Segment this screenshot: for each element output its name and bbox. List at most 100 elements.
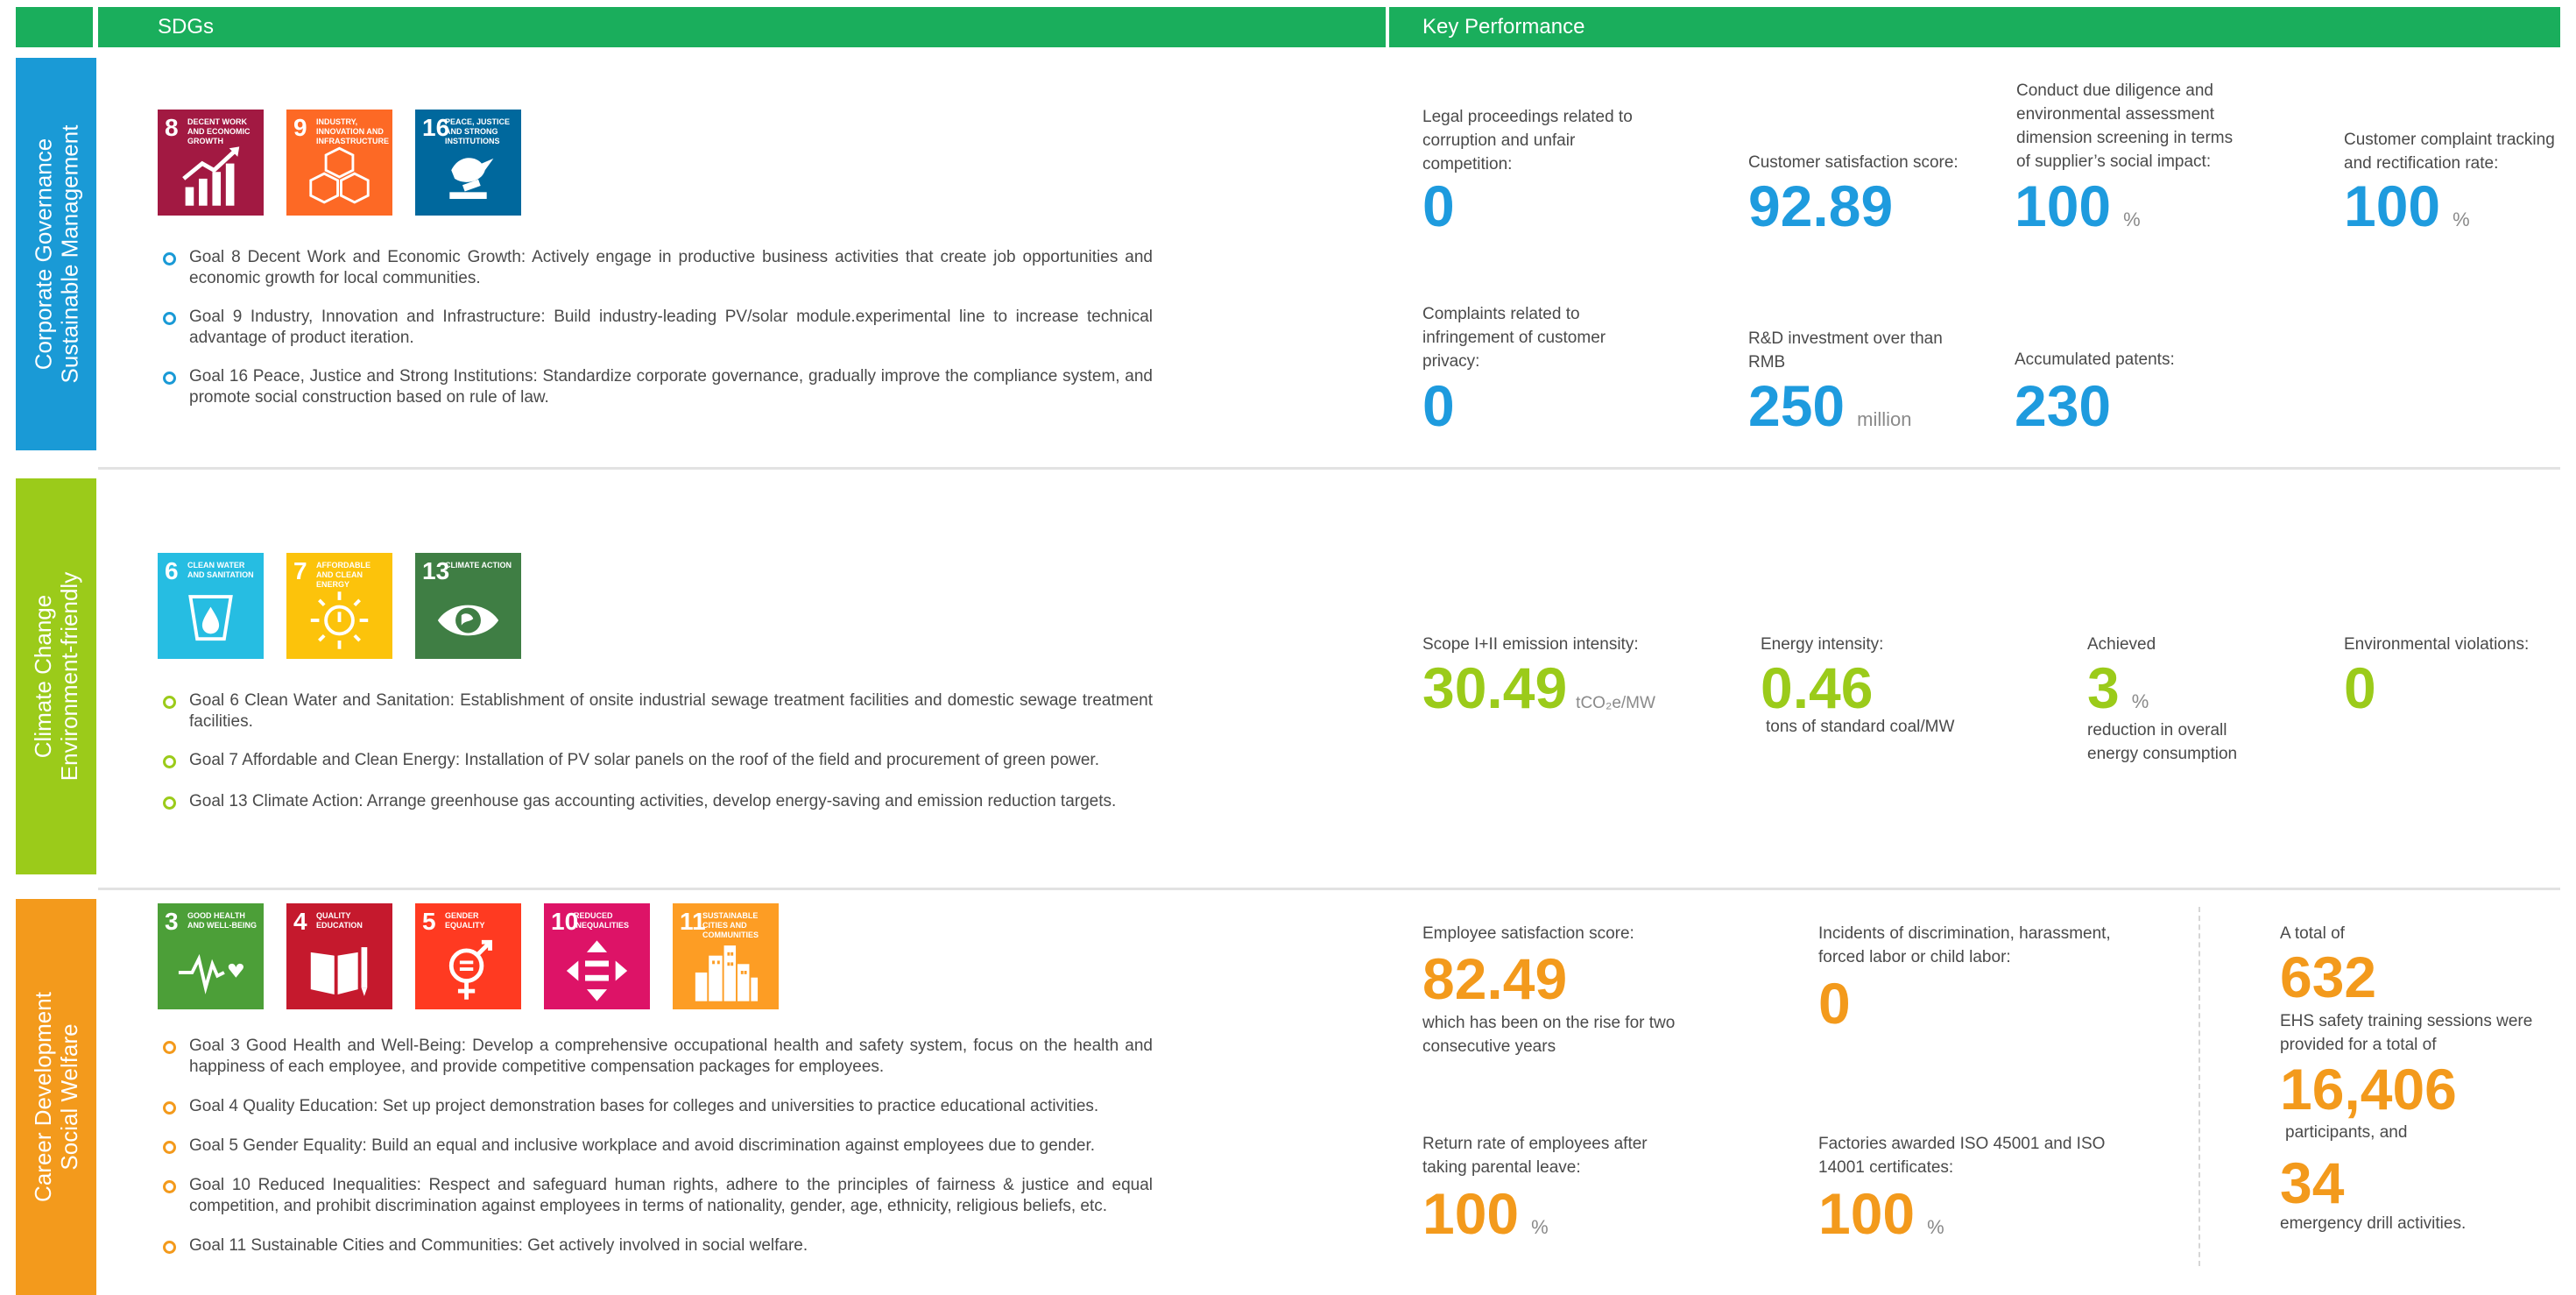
metric-unit: % (2452, 209, 2470, 230)
sdg-13-tile: 13 CLIMATE ACTION (415, 553, 521, 659)
bullet-icon (163, 312, 176, 325)
metric-sub: tons of standard coal/MW (1766, 718, 1955, 736)
goal-text: Goal 9 Industry, Innovation and Infrastr… (189, 308, 1153, 347)
metric-number: 16,406 (2280, 1057, 2457, 1122)
metric-value: 0 (2344, 657, 2376, 718)
metric-number: 30.49 (1422, 655, 1568, 720)
sdg-number: 4 (293, 908, 307, 935)
header-sdgs: SDGs (98, 7, 1386, 47)
sdg-caption: AFFORDABLE AND CLEAN ENERGY (316, 561, 371, 589)
sdg-icon-row-climate: 6 CLEAN WATER AND SANITATION 7 AFFORDABL… (158, 553, 521, 659)
section-title-line: Environment-friendly (56, 571, 82, 782)
metric-number: 100 (1422, 1181, 1520, 1246)
water-drop-icon (188, 595, 233, 641)
sdg-caption: GENDER EQUALITY (445, 911, 485, 930)
metric-number: 230 (2015, 373, 2112, 438)
eye-globe-icon (437, 605, 499, 636)
metric-sub: reduction in overall energy consumption (2087, 721, 2238, 763)
metric-value: 92.89 (1748, 175, 1893, 237)
bullet-icon (163, 1041, 176, 1054)
sdg-caption: DECENT WORK AND ECONOMIC GROWTH (187, 117, 251, 145)
section-title-line: Social Welfare (56, 1023, 83, 1171)
book-pencil-icon (310, 947, 368, 996)
goal-list-climate: Goal 6 Clean Water and Sanitation: Estab… (163, 690, 1153, 812)
sdg-caption: SUSTAINABLE CITIES AND COMMUNITIES (702, 911, 759, 939)
bullet-icon (163, 252, 176, 265)
section-divider (98, 467, 2560, 470)
metric-sub: participants, and (2285, 1123, 2408, 1142)
metric-value: 0.46 (1761, 657, 1873, 718)
metric-label: Environmental violations: (2344, 635, 2530, 654)
goal-item: Goal 10 Reduced Inequalities: Respect an… (163, 1175, 1153, 1217)
metric-number: 100 (2344, 173, 2441, 238)
metric-sub: which has been on the rise for two conse… (1422, 1014, 1676, 1056)
sdg-caption: PEACE, JUSTICE AND STRONG INSTITUTIONS (445, 117, 511, 145)
sdg-caption: INDUSTRY, INNOVATION AND INFRASTRUCTURE (316, 117, 389, 145)
metric-number: 632 (2280, 945, 2377, 1009)
goal-text: Goal 8 Decent Work and Economic Growth: … (189, 248, 1153, 287)
metric-number: 0 (1818, 971, 1851, 1036)
goal-item: Goal 13 Climate Action: Arrange greenhou… (163, 791, 1153, 812)
heartbeat-icon (178, 953, 243, 994)
metric-value: 0 (1818, 973, 1851, 1034)
dashed-separator (2198, 907, 2200, 1266)
equality-arrows-icon (566, 940, 628, 1001)
metric-label: Legal proceedings related to corruption … (1422, 108, 1633, 173)
sdg-caption: CLIMATE ACTION (445, 561, 512, 570)
goal-text: Goal 16 Peace, Justice and Strong Instit… (189, 367, 1153, 407)
metric-value: 16,406 (2280, 1058, 2457, 1120)
metric-value: 0 (1422, 175, 1455, 237)
bullet-icon (163, 1241, 176, 1254)
goal-item: Goal 5 Gender Equality: Build an equal a… (163, 1136, 1153, 1157)
sdg-16-tile: 16 PEACE, JUSTICE AND STRONG INSTITUTION… (415, 110, 521, 216)
goal-item: Goal 3 Good Health and Well-Being: Devel… (163, 1036, 1153, 1078)
metric-unit: tCO₂e/MW (1576, 694, 1655, 712)
sdg-number: 6 (165, 557, 179, 584)
goal-list-governance: Goal 8 Decent Work and Economic Growth: … (163, 247, 1153, 408)
sdg-number: 8 (165, 114, 179, 141)
metric-unit: % (1531, 1216, 1549, 1238)
goal-list-career: Goal 3 Good Health and Well-Being: Devel… (163, 1036, 1153, 1256)
metric-label: A total of (2280, 924, 2345, 943)
sdg-number: 7 (293, 557, 307, 584)
metric-number: 82.49 (1422, 946, 1568, 1011)
bullet-icon (163, 696, 176, 709)
gender-equality-icon (448, 939, 492, 1000)
metric-unit: % (1927, 1216, 1944, 1238)
metric-label: Complaints related to infringement of cu… (1422, 305, 1606, 371)
sdg-8-tile: 8 DECENT WORK AND ECONOMIC GROWTH (158, 110, 264, 216)
section-title-line: Climate Change (30, 594, 56, 759)
sun-power-icon (310, 591, 369, 649)
sdg-3-tile: 3 GOOD HEALTH AND WELL-BEING (158, 903, 264, 1009)
goal-text: Goal 4 Quality Education: Set up project… (189, 1097, 1099, 1115)
metric-number: 0.46 (1761, 655, 1874, 720)
metric-value: 100% (1422, 1183, 1549, 1258)
goal-item: Goal 11 Sustainable Cities and Communiti… (163, 1235, 1153, 1256)
goal-item: Goal 4 Quality Education: Set up project… (163, 1096, 1153, 1117)
sdg-4-tile: 4 QUALITY EDUCATION (286, 903, 392, 1009)
city-buildings-icon (695, 945, 759, 1001)
metric-label: Factories awarded ISO 45001 and ISO 1400… (1818, 1135, 2106, 1177)
goal-text: Goal 13 Climate Action: Arrange greenhou… (189, 792, 1117, 810)
metric-value: 250 million (1748, 375, 1911, 450)
metric-value: 100% (2344, 175, 2470, 251)
metric-number: 34 (2280, 1150, 2345, 1215)
metric-value: 230 (2015, 375, 2111, 436)
dove-gavel-icon (449, 158, 494, 200)
goal-item: Goal 7 Affordable and Clean Energy: Inst… (163, 750, 1153, 771)
goal-item: Goal 8 Decent Work and Economic Growth: … (163, 247, 1153, 289)
sdg-7-tile: 7 AFFORDABLE AND CLEAN ENERGY (286, 553, 392, 659)
bullet-icon (163, 796, 176, 810)
sdg-number: 9 (293, 114, 307, 141)
section-title-career: Career Development Social Welfare (30, 992, 82, 1202)
header-sdgs-label: SDGs (158, 15, 215, 39)
bullet-icon (163, 1101, 176, 1115)
metric-value: 100% (2015, 175, 2141, 251)
metric-label: Incidents of discrimination, harassment,… (1818, 924, 2111, 966)
sdg-caption: CLEAN WATER AND SANITATION (187, 561, 254, 579)
metric-number: 0 (2344, 655, 2376, 720)
metric-sub: emergency drill activities. (2280, 1214, 2467, 1233)
header-key-performance-label: Key Performance (1422, 15, 1585, 39)
bullet-icon (163, 1180, 176, 1193)
metric-value: 100% (1818, 1183, 1944, 1258)
